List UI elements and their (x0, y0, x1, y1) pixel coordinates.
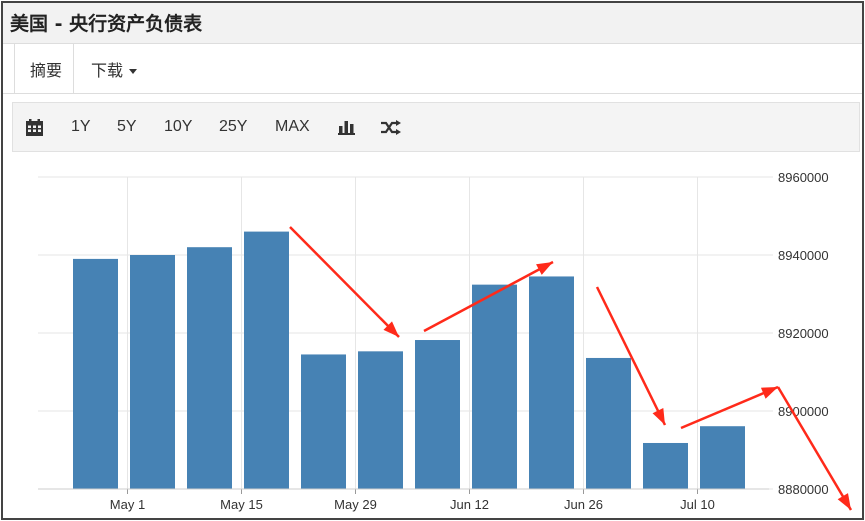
bar (187, 247, 232, 489)
bar (700, 426, 745, 489)
bar (472, 284, 517, 489)
bar (244, 231, 289, 489)
range-25y-button[interactable]: 25Y (219, 118, 247, 136)
tab-download-label: 下载 (91, 61, 124, 80)
page-title: 美国 - 央行资产负债表 (10, 13, 203, 35)
range-10y-button[interactable]: 10Y (164, 118, 192, 136)
tab-download[interactable]: 下载 (91, 57, 138, 81)
x-tick-label: Jun 12 (450, 497, 489, 512)
tab-summary[interactable]: 摘要 (14, 44, 74, 93)
title-bar: 美国 - 央行资产负债表 (3, 3, 862, 44)
trend-arrow-head (536, 262, 553, 275)
bar-chart-icon[interactable] (338, 120, 355, 135)
range-5y-button[interactable]: 5Y (117, 118, 137, 136)
bar (130, 255, 175, 489)
y-tick-label: 8920000 (778, 326, 829, 341)
tab-summary-label: 摘要 (30, 61, 63, 80)
bar (73, 258, 118, 489)
chart-toolbar: 1Y 5Y 10Y 25Y MAX (12, 102, 860, 152)
bar-chart: 8960000 8940000 8920000 8900000 8880000 May 1… (38, 170, 853, 512)
bar (586, 357, 631, 489)
trend-arrow-head (760, 387, 778, 399)
x-tick-label: May 29 (334, 497, 377, 512)
x-tick-label: May 15 (220, 497, 263, 512)
tab-bar: 摘要 下载 (3, 44, 862, 94)
bar (301, 354, 346, 489)
y-tick-label: 8880000 (778, 482, 829, 497)
range-1y-button[interactable]: 1Y (71, 118, 91, 136)
shuffle-icon[interactable] (381, 120, 401, 135)
bar (643, 442, 688, 489)
bar (529, 276, 574, 489)
calendar-icon[interactable] (26, 119, 43, 136)
caret-down-icon (129, 69, 138, 74)
y-tick-label: 8940000 (778, 248, 829, 263)
bar (358, 351, 403, 489)
chart-area: 8960000 8940000 8920000 8900000 8880000 May 1… (3, 155, 862, 518)
bar (415, 340, 460, 489)
range-max-button[interactable]: MAX (275, 118, 310, 136)
trend-arrow-line (289, 226, 400, 338)
trend-arrow-head (837, 493, 851, 510)
y-tick-label: 8960000 (778, 170, 829, 185)
x-tick-label: Jun 26 (564, 497, 603, 512)
y-tick-label: 8900000 (778, 404, 829, 419)
x-tick-label: Jul 10 (680, 497, 715, 512)
window-frame: 美国 - 央行资产负债表 摘要 下载 1Y 5Y 10Y 25Y MAX 896… (1, 1, 864, 520)
x-tick-label: May 1 (110, 497, 145, 512)
